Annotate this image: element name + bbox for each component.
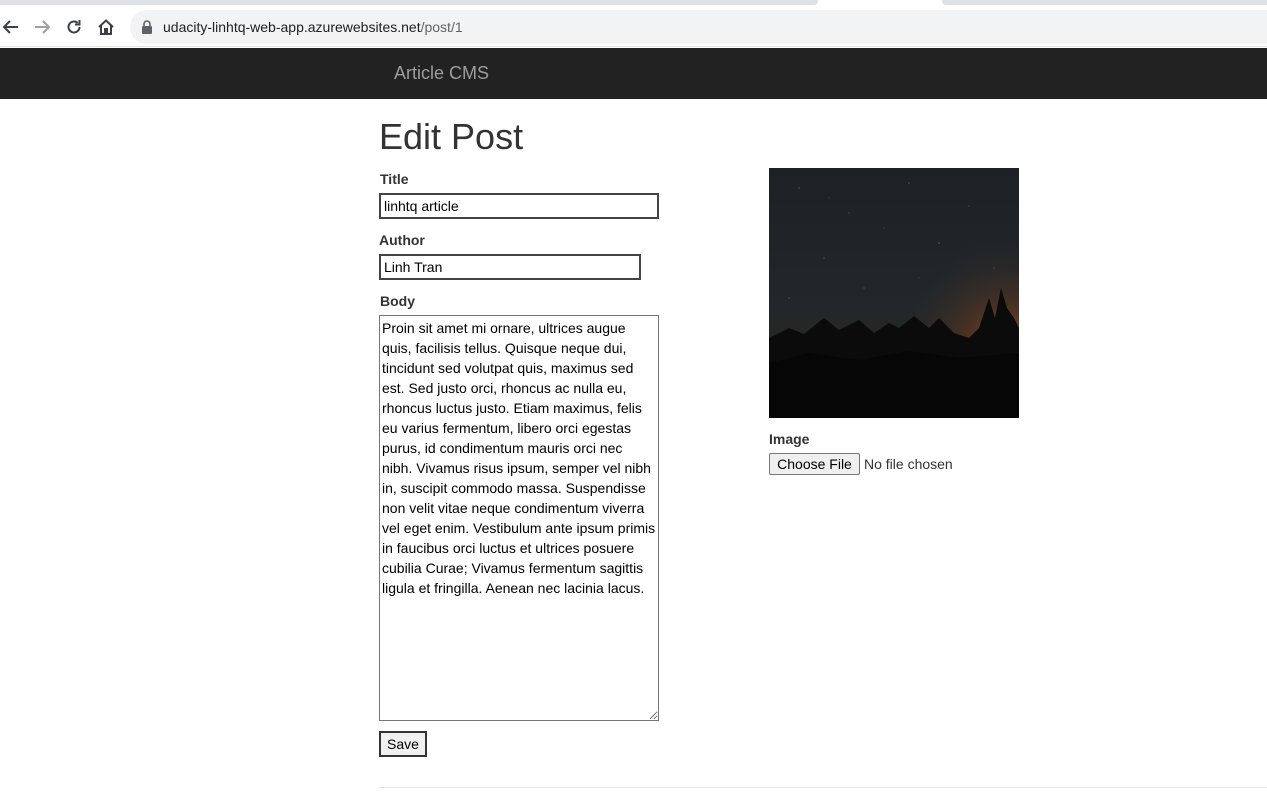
browser-tab-inactive[interactable] xyxy=(942,0,1267,5)
author-input[interactable] xyxy=(379,254,641,280)
arrow-right-icon xyxy=(35,20,51,34)
url-path: /post/1 xyxy=(420,19,463,35)
browser-tab-inactive[interactable] xyxy=(0,0,818,5)
url-domain: udacity-linhtq-web-app.azurewebsites.net xyxy=(163,19,421,35)
home-icon xyxy=(98,19,114,35)
reload-button[interactable] xyxy=(63,16,85,38)
choose-file-button[interactable]: Choose File xyxy=(769,453,860,475)
body-label: Body xyxy=(380,293,415,309)
save-button[interactable]: Save xyxy=(379,731,427,757)
reload-icon xyxy=(67,20,81,34)
browser-toolbar: udacity-linhtq-web-app.azurewebsites.net… xyxy=(0,8,1267,47)
app-navbar: Article CMS xyxy=(0,48,1267,99)
home-button[interactable] xyxy=(95,16,117,38)
title-label: Title xyxy=(380,171,409,187)
back-button[interactable] xyxy=(0,16,22,38)
forward-button[interactable] xyxy=(31,16,53,38)
page-title: Edit Post xyxy=(379,116,524,157)
post-image xyxy=(769,168,1019,418)
arrow-left-icon xyxy=(2,20,18,34)
author-label: Author xyxy=(379,232,425,248)
navbar-brand[interactable]: Article CMS xyxy=(394,63,489,84)
footer-divider xyxy=(379,787,1267,788)
file-status-text: No file chosen xyxy=(864,456,953,472)
image-label: Image xyxy=(769,431,810,447)
body-textarea[interactable]: Proin sit amet mi ornare, ultrices augue… xyxy=(379,315,659,721)
url-text: udacity-linhtq-web-app.azurewebsites.net… xyxy=(163,19,463,35)
title-input[interactable] xyxy=(379,193,659,219)
lock-icon xyxy=(142,20,152,34)
browser-tab-strip xyxy=(0,0,1267,8)
address-bar[interactable]: udacity-linhtq-web-app.azurewebsites.net… xyxy=(130,10,1267,44)
